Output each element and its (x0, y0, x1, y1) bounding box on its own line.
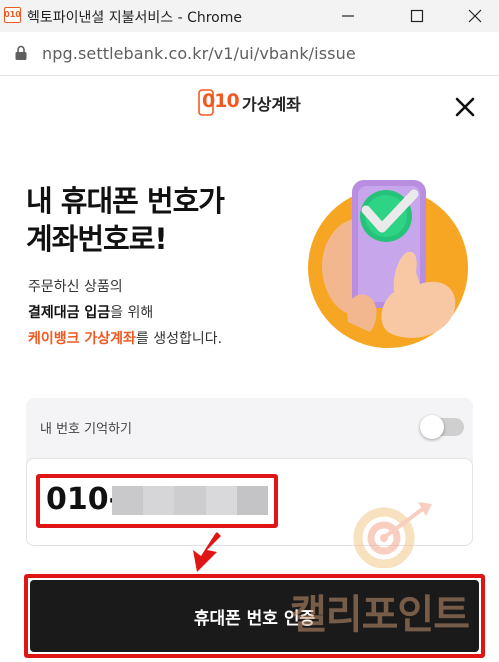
phone-highlight-box (36, 474, 278, 528)
brand-digits: 010 (202, 90, 240, 112)
target-arrow-icon (353, 502, 432, 568)
down-arrow-icon (193, 532, 221, 572)
modal-close-button[interactable] (452, 94, 478, 120)
desc-line2-rest: 을 위해 (110, 305, 154, 321)
maximize-icon (410, 9, 424, 23)
watermark-text: 캘리포인트 (290, 592, 470, 638)
hand-phone-check-illustration (308, 180, 468, 348)
remember-number-toggle[interactable] (420, 415, 464, 439)
remember-number-label: 내 번호 기억하기 (40, 422, 132, 437)
toggle-knob[interactable] (420, 415, 444, 439)
maximize-button[interactable] (394, 0, 440, 32)
hero-description: 주문하신 상품의 결제대금 입금을 위해 케이뱅크 가상계좌를 생성합니다. (28, 274, 288, 352)
desc-line2: 결제대금 입금을 위해 (28, 300, 288, 326)
window-close-button[interactable] (452, 0, 498, 32)
address-bar[interactable]: npg.settlebank.co.kr/v1/ui/vbank/issue (0, 32, 499, 76)
minimize-button[interactable] (325, 0, 371, 32)
desc-line3-accent: 케이뱅크 가상계좌 (28, 331, 136, 347)
brand-text: 가상계좌 (242, 95, 301, 114)
desc-line2-bold: 결제대금 입금 (28, 305, 111, 321)
brand-logo: 010 가상계좌 (198, 89, 301, 117)
desc-line3-rest: 를 생성합니다. (135, 331, 223, 347)
phone-logo-icon: 010 (198, 89, 240, 117)
window-title: 헥토파이낸셜 지불서비스 - Chrome (27, 10, 242, 26)
hero-title-line1: 내 휴대폰 번호가 (26, 184, 225, 218)
window-titlebar: 010 헥토파이낸셜 지불서비스 - Chrome (0, 0, 499, 32)
lock-icon[interactable] (14, 45, 28, 61)
desc-line3: 케이뱅크 가상계좌를 생성합니다. (28, 326, 288, 352)
app-icon: 010 (4, 7, 21, 23)
hero-title: 내 휴대폰 번호가 계좌번호로! (26, 182, 306, 258)
minimize-icon (342, 15, 354, 17)
close-icon (468, 9, 482, 23)
close-icon (455, 97, 475, 117)
hero-title-line2: 계좌번호로! (26, 222, 168, 256)
url-text[interactable]: npg.settlebank.co.kr/v1/ui/vbank/issue (42, 44, 356, 63)
desc-line1: 주문하신 상품의 (28, 279, 123, 295)
